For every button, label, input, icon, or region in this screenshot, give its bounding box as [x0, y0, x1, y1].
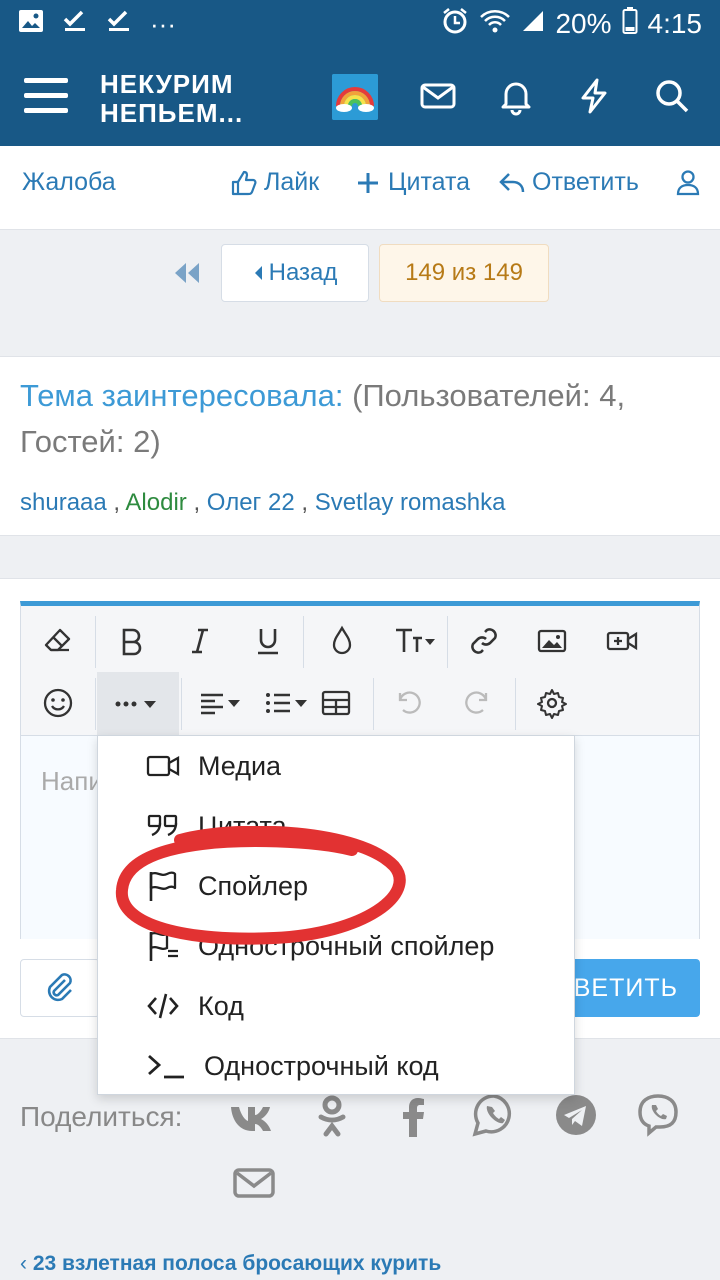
clock-time: 4:15 [647, 8, 703, 39]
like-button[interactable]: Лайк [230, 168, 319, 197]
watchers-label: Тема заинтересовала: [20, 378, 344, 413]
bold-icon[interactable] [107, 616, 157, 666]
menu-item-label: Спойлер [198, 870, 309, 901]
menu-item-label: Медиа [198, 750, 282, 781]
lightning-icon[interactable] [574, 76, 614, 116]
menu-item-label: Однострочный код [204, 1050, 439, 1081]
check-icon [62, 9, 88, 40]
search-icon[interactable] [652, 76, 692, 116]
viber-icon[interactable] [634, 1091, 682, 1139]
user-button[interactable] [674, 168, 702, 196]
font-size-icon[interactable] [385, 616, 445, 666]
link-icon[interactable] [459, 616, 509, 666]
quote-icon [147, 814, 178, 837]
watchers-title: Тема заинтересовала: (Пользователей: 4, … [20, 373, 700, 465]
paperclip-icon [47, 973, 72, 1002]
align-icon[interactable] [191, 678, 253, 728]
caret-left-icon [254, 266, 262, 280]
menu-item-inline-code[interactable]: Однострочный код [146, 1041, 439, 1091]
more-notifications: ··· [150, 8, 176, 39]
menu-item-spoiler[interactable]: Спойлер [146, 861, 308, 911]
wifi-icon [479, 8, 511, 41]
bell-icon[interactable] [496, 76, 536, 116]
table-icon[interactable] [311, 678, 361, 728]
menu-item-label: Код [198, 990, 244, 1021]
smiley-icon[interactable] [33, 678, 83, 728]
gallery-icon [18, 9, 44, 40]
reply-arrow-icon [499, 172, 525, 192]
reply-button[interactable]: Ответить [498, 168, 639, 197]
video-camera-icon [146, 755, 180, 777]
first-page-icon[interactable] [172, 260, 202, 293]
redo-icon[interactable] [453, 678, 503, 728]
menu-item-quote[interactable]: Цитата [146, 801, 287, 851]
user-link[interactable]: shuraaa [20, 489, 107, 516]
menu-item-label: Однострочный спойлер [198, 930, 495, 961]
quote-button[interactable]: Цитата [354, 168, 470, 197]
underline-icon[interactable] [243, 616, 293, 666]
brand-line-1: НЕКУРИМ [100, 69, 234, 99]
undo-icon[interactable] [383, 678, 433, 728]
editor-toolbar [21, 606, 699, 736]
user-link[interactable]: Олег 22 [207, 489, 295, 516]
video-icon[interactable] [597, 616, 647, 666]
signal-icon [521, 8, 545, 40]
vk-icon[interactable] [228, 1095, 276, 1143]
text-color-icon[interactable] [317, 616, 367, 666]
attach-button[interactable] [20, 959, 100, 1017]
whatsapp-icon[interactable] [470, 1091, 518, 1139]
battery-percent: 20% [555, 8, 612, 39]
alarm-icon [441, 7, 469, 42]
brand-line-2: НЕПЬЕМ... [100, 98, 244, 128]
menu-item-label: Цитата [198, 810, 287, 841]
mail-share-icon[interactable] [230, 1159, 278, 1207]
user-link[interactable]: Svetlay romashka [315, 489, 506, 516]
menu-item-media[interactable]: Медиа [146, 741, 281, 791]
italic-icon[interactable] [175, 616, 225, 666]
complain-link[interactable]: Жалоба [22, 168, 116, 197]
prev-page-button[interactable]: Назад [221, 244, 369, 302]
user-link[interactable]: Alodir [125, 489, 186, 516]
terminal-icon [148, 1054, 184, 1079]
pagination: Назад 149 из 149 [0, 230, 720, 356]
odnoklassniki-icon[interactable] [308, 1091, 356, 1139]
chevron-left-icon: ‹ [20, 1252, 33, 1275]
flag-icon [149, 871, 177, 901]
breadcrumb[interactable]: ‹ 23 взлетная полоса бросающих курить [20, 1252, 441, 1276]
quote-label: Цитата [388, 168, 471, 196]
inbox-icon[interactable] [418, 76, 458, 116]
reply-label: Ответить [532, 168, 639, 196]
topic-watchers: Тема заинтересовала: (Пользователей: 4, … [0, 356, 720, 536]
site-logo-text[interactable]: НЕКУРИМ НЕПЬЕМ... [100, 70, 243, 128]
user-icon [676, 170, 700, 196]
eraser-icon[interactable] [33, 616, 83, 666]
prev-page-label: Назад [268, 259, 338, 286]
like-label: Лайк [264, 168, 320, 196]
plus-icon [358, 172, 378, 193]
list-icon[interactable] [257, 678, 319, 728]
breadcrumb-label: 23 взлетная полоса бросающих курить [32, 1252, 442, 1275]
more-options-icon[interactable] [97, 672, 179, 736]
flag-lines-icon [149, 932, 178, 961]
insert-dropdown-menu: Медиа Цитата Спойлер Однострочный спойле… [97, 735, 575, 1095]
code-icon [147, 993, 179, 1019]
gear-icon[interactable] [527, 678, 577, 728]
facebook-icon[interactable] [390, 1093, 438, 1141]
app-header: НЕКУРИМ НЕПЬЕМ... [0, 48, 720, 146]
menu-icon[interactable] [24, 78, 68, 114]
status-bar: ··· 20% 4:15 [0, 0, 720, 48]
telegram-icon[interactable] [552, 1091, 600, 1139]
menu-item-code[interactable]: Код [146, 981, 244, 1031]
rainbow-logo-icon[interactable] [332, 74, 378, 120]
page-counter[interactable]: 149 из 149 [379, 244, 549, 302]
share-label: Поделиться: [20, 1101, 183, 1132]
image-icon[interactable] [527, 616, 577, 666]
check-icon [106, 9, 132, 40]
battery-icon [622, 6, 638, 42]
menu-item-inline-spoiler[interactable]: Однострочный спойлер [146, 921, 494, 971]
watchers-users: shuraaa , Alodir , Олег 22 , Svetlay rom… [20, 489, 506, 516]
thumbs-up-icon [231, 170, 257, 195]
submit-reply-button[interactable]: ОТВЕТИТЬ [537, 959, 700, 1017]
post-actions-bar: Жалоба Лайк Цитата Ответить [0, 146, 720, 230]
